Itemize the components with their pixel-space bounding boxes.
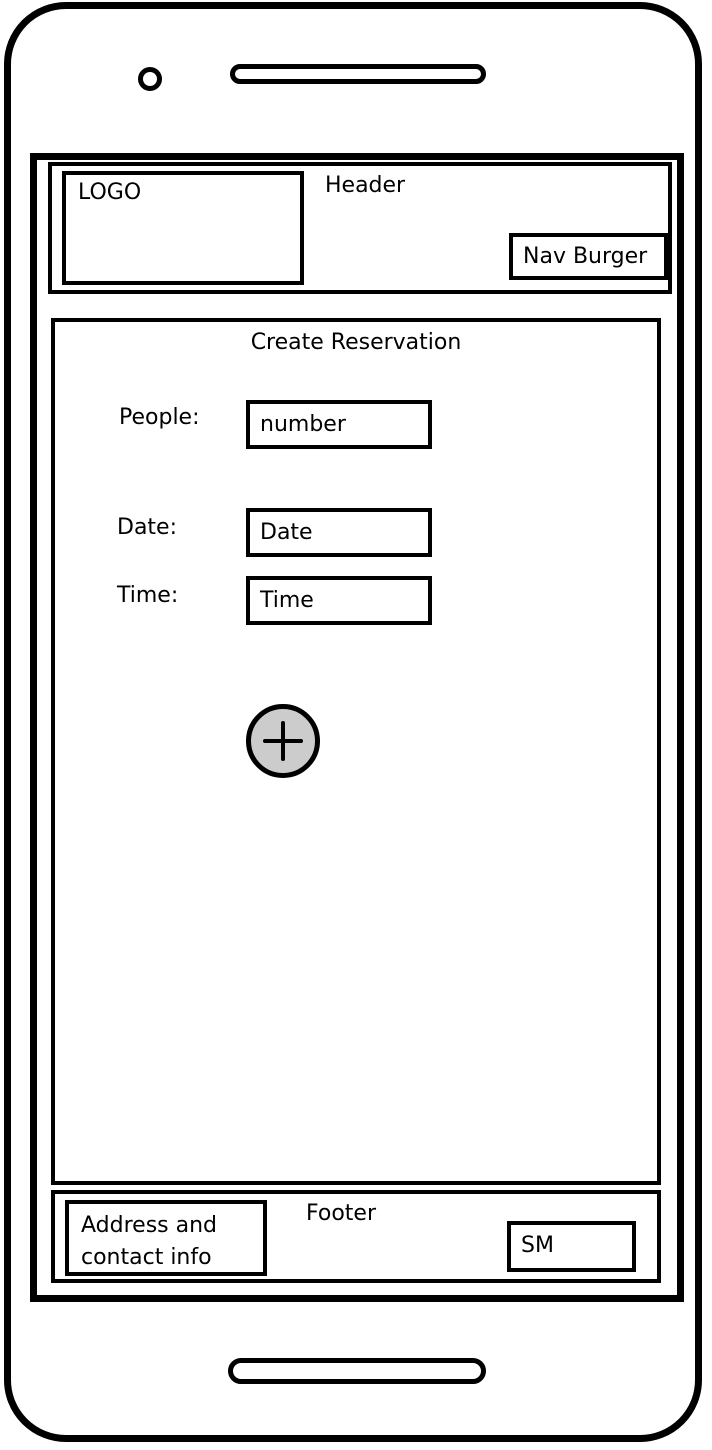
- time-label: Time:: [117, 583, 179, 608]
- page-title: Create Reservation: [250, 330, 462, 355]
- address-contact-info[interactable]: Address and contact info: [65, 1200, 267, 1276]
- plus-icon: [263, 721, 303, 761]
- date-input[interactable]: Date: [246, 508, 432, 557]
- nav-burger-button[interactable]: Nav Burger: [509, 233, 668, 280]
- speaker-grille: [230, 64, 486, 84]
- social-media-links[interactable]: SM: [507, 1221, 636, 1272]
- people-label: People:: [119, 405, 200, 430]
- home-button[interactable]: [228, 1358, 486, 1384]
- logo-text: LOGO: [78, 180, 142, 205]
- time-input[interactable]: Time: [246, 576, 432, 625]
- date-label: Date:: [117, 515, 177, 540]
- footer-title: Footer: [306, 1201, 376, 1226]
- header-title: Header: [325, 173, 406, 198]
- add-reservation-button[interactable]: [246, 704, 320, 778]
- camera-icon: [138, 67, 162, 91]
- people-number-input[interactable]: number: [246, 400, 432, 449]
